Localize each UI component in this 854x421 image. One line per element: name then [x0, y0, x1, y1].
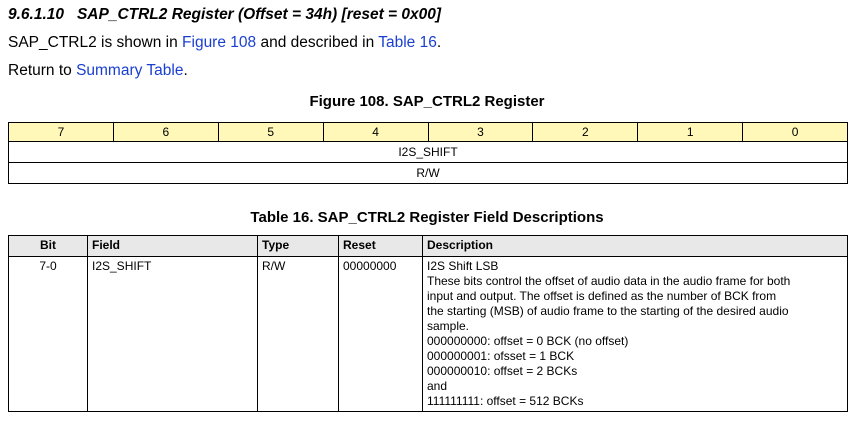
cell-type: R/W	[257, 256, 339, 412]
bit-cell: 4	[322, 122, 429, 142]
section-title-text: SAP_CTRL2 Register (Offset = 34h) [reset…	[76, 6, 442, 23]
figure-caption: Figure 108. SAP_CTRL2 Register	[309, 93, 545, 110]
field-name-row: I2S_SHIFT	[8, 141, 848, 163]
intro-text-2: and described in	[256, 34, 379, 51]
section-number: 9.6.1.10	[8, 6, 65, 23]
field-name-cell: I2S_SHIFT	[8, 141, 848, 163]
description-line: I2S Shift LSB	[427, 259, 499, 273]
field-descriptions-table: Bit Field Type Reset Description 7-0 I2S…	[8, 235, 848, 412]
header-reset: Reset	[338, 235, 423, 257]
bit-cell: 5	[217, 122, 324, 142]
bit-cell: 7	[8, 122, 114, 142]
intro-text-3: .	[436, 34, 442, 51]
description-line: sample.	[427, 319, 470, 333]
bit-cell: 3	[427, 122, 534, 142]
description-line: input and output. The offset is defined …	[427, 289, 777, 303]
description-line: 000000000: offset = 0 BCK (no offset)	[427, 334, 629, 348]
summary-table-link[interactable]: Summary Table	[76, 62, 183, 79]
bit-cell: 6	[112, 122, 219, 142]
table-16-link[interactable]: Table 16	[378, 34, 437, 51]
cell-field: I2S_SHIFT	[87, 256, 258, 412]
description-line: 111111111: offset = 512 BCKs	[427, 394, 584, 408]
bit-number-row: 7 6 5 4 3 2 1 0	[8, 122, 848, 142]
description-line: and	[427, 379, 448, 393]
description-line: the starting (MSB) of audio frame to the…	[427, 304, 789, 318]
bit-cell: 2	[532, 122, 639, 142]
access-row: R/W	[8, 162, 848, 184]
cell-description: I2S Shift LSB These bits control the off…	[422, 256, 848, 412]
header-description: Description	[422, 235, 848, 257]
intro-paragraph: SAP_CTRL2 is shown in Figure 108 and des…	[8, 34, 441, 52]
return-suffix: .	[183, 62, 188, 79]
return-paragraph: Return to Summary Table.	[8, 62, 188, 80]
header-field: Field	[87, 235, 258, 257]
header-row: Bit Field Type Reset Description	[8, 235, 848, 257]
cell-reset: 00000000	[338, 256, 423, 412]
description-line: 000000010: offset = 2 BCKs	[427, 364, 578, 378]
bit-cell: 1	[637, 122, 744, 142]
figure-108-link[interactable]: Figure 108	[182, 34, 256, 51]
header-type: Type	[257, 235, 339, 257]
table-row: 7-0 I2S_SHIFT R/W 00000000 I2S Shift LSB…	[8, 256, 848, 412]
bit-cell: 0	[742, 122, 848, 142]
table-caption: Table 16. SAP_CTRL2 Register Field Descr…	[250, 209, 604, 226]
document-page: 9.6.1.10 SAP_CTRL2 Register (Offset = 34…	[0, 0, 854, 421]
cell-bit: 7-0	[8, 256, 88, 412]
access-cell: R/W	[8, 162, 848, 184]
intro-text-1: SAP_CTRL2 is shown in	[8, 34, 183, 51]
description-line: These bits control the offset of audio d…	[427, 274, 791, 288]
register-map-table: 7 6 5 4 3 2 1 0 I2S_SHIFT R/W	[8, 122, 848, 184]
section-heading: 9.6.1.10 SAP_CTRL2 Register (Offset = 34…	[8, 6, 441, 24]
description-line: 000000001: ofsset = 1 BCK	[427, 349, 575, 363]
return-prefix: Return to	[8, 62, 77, 79]
header-bit: Bit	[8, 235, 88, 257]
